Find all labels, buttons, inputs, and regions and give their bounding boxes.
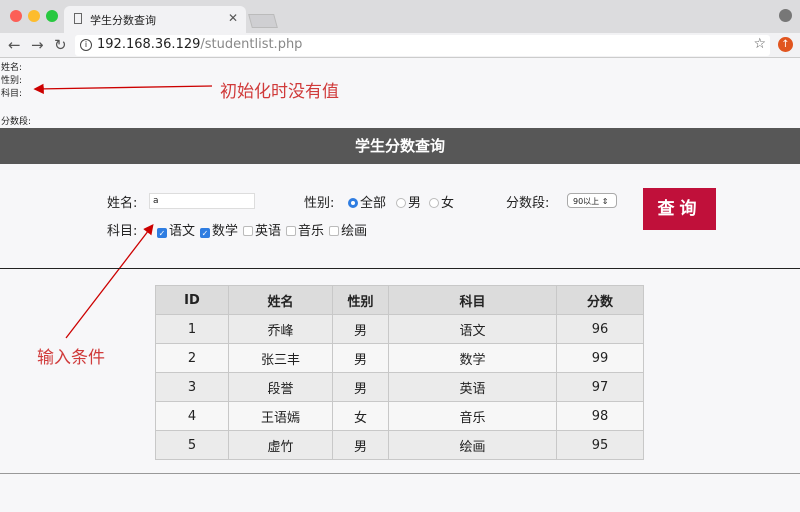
table-cell: 男 <box>332 314 389 344</box>
checkbox-label: 音乐 <box>298 224 325 239</box>
checkbox-label: 英语 <box>255 224 282 239</box>
table-cell: 95 <box>556 430 644 460</box>
table-cell: 98 <box>556 401 644 431</box>
table-row: 1 乔峰男语文 96 <box>155 314 644 344</box>
column-header: 分数 <box>556 285 644 315</box>
subject-checkbox-item[interactable]: ✓ 数学 <box>200 224 238 239</box>
table-cell: 1 <box>155 314 229 344</box>
radio-icon[interactable] <box>396 198 406 208</box>
table-cell: 音乐 <box>388 401 557 431</box>
checkbox-icon[interactable]: ✓ <box>157 228 167 238</box>
table-cell: 绘画 <box>388 430 557 460</box>
query-button[interactable]: 查询 <box>643 188 716 230</box>
gender-radio-male[interactable]: 男 <box>396 192 421 211</box>
name-label: 姓名: <box>107 196 138 211</box>
checkbox-icon[interactable]: ✓ <box>200 228 211 238</box>
table-cell: 虚竹 <box>228 430 333 460</box>
subject-checkbox-item[interactable]: 绘画 <box>329 224 367 239</box>
table-cell: 5 <box>155 430 229 460</box>
table-row: 4 王语嫣女音乐 98 <box>155 401 644 431</box>
name-input[interactable]: a <box>149 193 255 209</box>
table-cell: 男 <box>332 343 389 373</box>
table-cell: 4 <box>155 401 229 431</box>
table-cell: 乔峰 <box>228 314 333 344</box>
table-cell: 张三丰 <box>228 343 333 373</box>
table-cell: 段誉 <box>228 372 333 402</box>
checkbox-label: 语文 <box>169 224 196 239</box>
table-cell: 女 <box>332 401 389 431</box>
gender-radio-female[interactable]: 女 <box>429 192 454 211</box>
table-cell: 2 <box>155 343 229 373</box>
column-header: 科目 <box>388 285 557 315</box>
subject-checkboxes: ✓ 语文 ✓ 数学 英语 音乐 绘画 <box>157 220 372 239</box>
table-cell: 男 <box>332 372 389 402</box>
table-cell: 99 <box>556 343 644 373</box>
radio-icon[interactable] <box>348 198 358 208</box>
table-cell: 男 <box>332 430 389 460</box>
arrow-top <box>33 83 213 95</box>
table-cell: 96 <box>556 314 644 344</box>
subject-label: 科目: <box>107 224 138 239</box>
table-cell: 97 <box>556 372 644 402</box>
subject-checkbox-item[interactable]: 英语 <box>243 224 281 239</box>
range-label: 分数段: <box>506 196 550 211</box>
column-header: 姓名 <box>228 285 333 315</box>
page-title: 学生分数查询 <box>0 128 800 164</box>
column-header: 性别 <box>332 285 389 315</box>
checkbox-label: 数学 <box>212 224 239 239</box>
subject-checkbox-item[interactable]: 音乐 <box>286 224 324 239</box>
checkbox-icon[interactable] <box>243 226 254 236</box>
table-row: 5 虚竹男绘画 95 <box>155 430 644 460</box>
gender-label: 性别: <box>304 196 335 211</box>
table-cell: 语文 <box>388 314 557 344</box>
radio-icon[interactable] <box>429 198 439 208</box>
annotation-top: 初始化时没有值 <box>220 82 339 102</box>
subject-checkbox-item[interactable]: ✓ 语文 <box>157 224 195 239</box>
table-cell: 3 <box>155 372 229 402</box>
table-row: 2 张三丰男数学 99 <box>155 343 644 373</box>
table-cell: 王语嫣 <box>228 401 333 431</box>
checkbox-icon[interactable] <box>286 226 297 236</box>
table-cell: 英语 <box>388 372 557 402</box>
column-header: ID <box>155 285 229 315</box>
range-select[interactable]: 90以上 ⇕ <box>567 193 617 208</box>
gender-radio-all[interactable]: 全部 <box>348 192 386 211</box>
table-cell: 数学 <box>388 343 557 373</box>
results-table: ID 姓名 性别 科目 分数 1 乔峰男语文 96 2 张三丰男数学 99 3 段誉男英语 97 4 王语嫣… <box>155 285 644 460</box>
checkbox-label: 绘画 <box>341 224 368 239</box>
table-header-row: ID 姓名 性别 科目 分数 <box>155 285 644 315</box>
search-form: 姓名: a 性别: 全部 男 女 分数段: 90以上 ⇕ 查询 科目: ✓ 语文 ✓… <box>0 164 800 269</box>
annotation-left: 输入条件 <box>37 348 105 368</box>
checkbox-icon[interactable] <box>329 226 340 236</box>
table-row: 3 段誉男英语 97 <box>155 372 644 402</box>
divider <box>0 473 800 474</box>
